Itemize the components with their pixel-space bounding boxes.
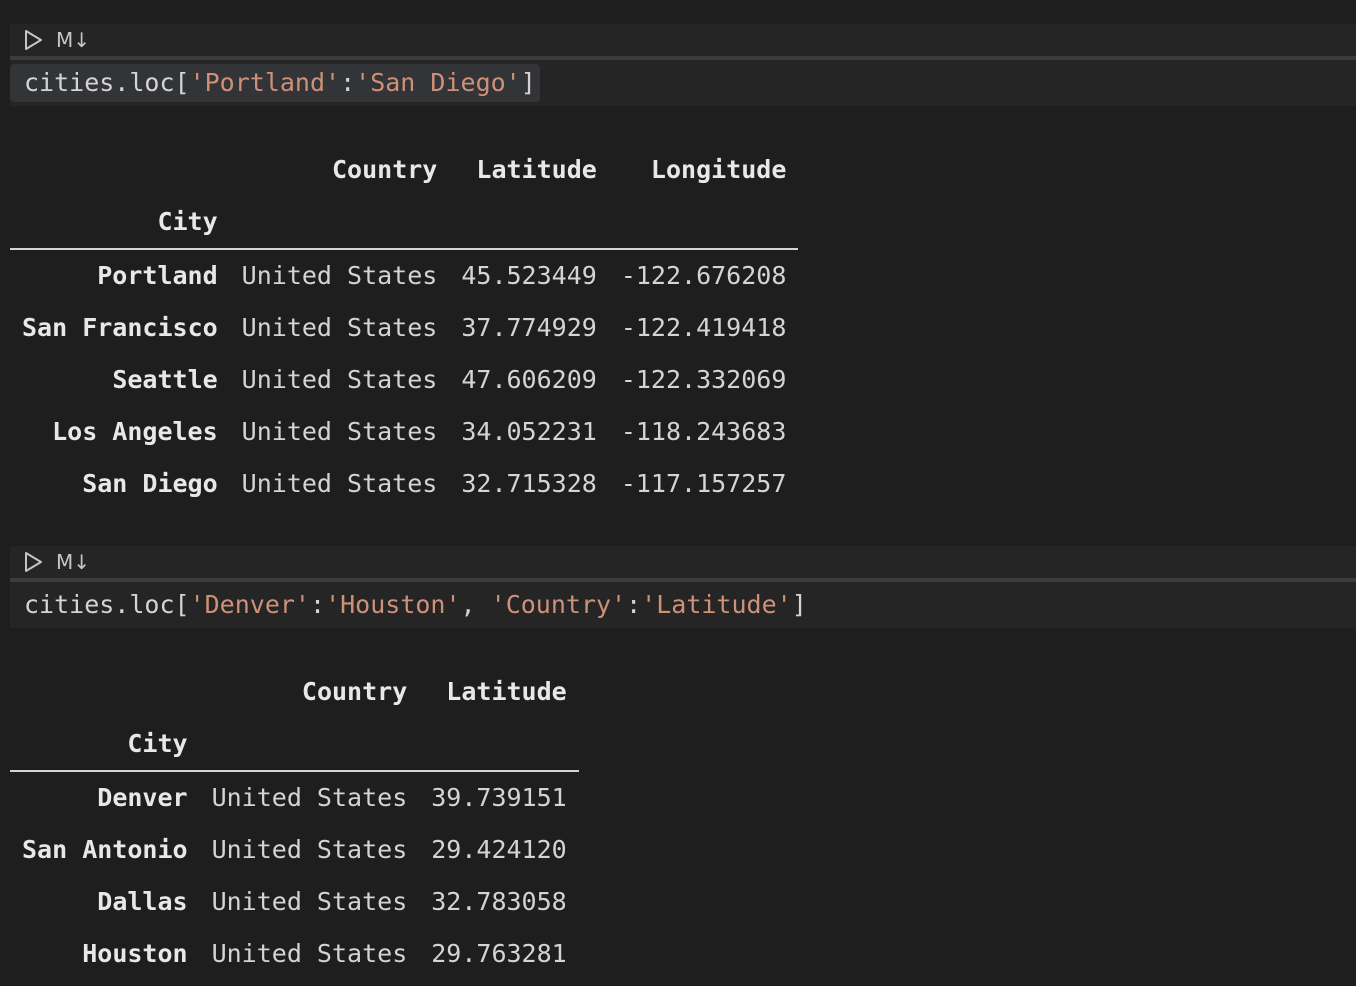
code-string: 'San Diego' xyxy=(355,68,521,97)
row-index: San Antonio xyxy=(22,835,188,864)
cell-output: Country Latitude Longitude City Portland… xyxy=(10,106,1356,510)
code-token: ] xyxy=(791,590,807,619)
cell-toolbar: M↓ xyxy=(10,546,1356,582)
table-cell: 29.763281 xyxy=(431,939,567,968)
blank-header xyxy=(419,718,579,772)
table-row: Dallas United States 32.783058 xyxy=(10,876,579,928)
table-row: Portland United States 45.523449 -122.67… xyxy=(10,249,798,302)
row-index: San Francisco xyxy=(22,313,218,342)
column-header-row: Country Latitude Longitude xyxy=(10,144,798,196)
row-index: Denver xyxy=(97,783,188,812)
row-index: Dallas xyxy=(97,887,188,916)
index-name-row: City xyxy=(10,718,579,772)
markdown-toggle[interactable]: M↓ xyxy=(56,550,90,574)
table-row: Los Angeles United States 34.052231 -118… xyxy=(10,406,798,458)
code-token: : xyxy=(340,68,356,97)
top-band xyxy=(0,0,1356,24)
table-cell: United States xyxy=(241,313,438,342)
code-string: 'Latitude' xyxy=(641,590,792,619)
table-cell: 34.052231 xyxy=(461,417,597,446)
code-token: ] xyxy=(520,68,536,97)
code-token: : xyxy=(626,590,642,619)
table-row: Houston United States 29.763281 xyxy=(10,928,579,980)
row-index: Portland xyxy=(97,261,218,290)
code-string: 'Denver' xyxy=(189,590,310,619)
code-line[interactable]: cities.loc['Portland':'San Diego'] xyxy=(10,64,540,102)
row-index: San Diego xyxy=(82,469,218,498)
code-token: cities.loc[ xyxy=(24,590,190,619)
run-cell-button[interactable] xyxy=(22,29,44,51)
table-row: Seattle United States 47.606209 -122.332… xyxy=(10,354,798,406)
code-token: cities.loc[ xyxy=(24,68,190,97)
dataframe-output: Country Latitude City Denver United Stat… xyxy=(10,666,579,980)
play-icon xyxy=(25,552,42,572)
row-index: Los Angeles xyxy=(52,417,218,446)
row-index: Seattle xyxy=(112,365,218,394)
table-cell: 32.783058 xyxy=(431,887,567,916)
code-string: 'Houston' xyxy=(325,590,461,619)
table-cell: -122.332069 xyxy=(620,365,787,394)
markdown-toggle[interactable]: M↓ xyxy=(56,28,90,52)
index-name-row: City xyxy=(10,196,799,250)
code-string: 'Portland' xyxy=(189,68,341,97)
column-header: Longitude xyxy=(650,155,787,184)
column-header: Latitude xyxy=(446,677,567,706)
table-cell: United States xyxy=(211,783,408,812)
table-cell: United States xyxy=(211,835,408,864)
table-row: Denver United States 39.739151 xyxy=(10,771,579,824)
table-row: San Francisco United States 37.774929 -1… xyxy=(10,302,798,354)
dataframe-output: Country Latitude Longitude City Portland… xyxy=(10,144,799,510)
column-header: Country xyxy=(301,677,408,706)
table-cell: -122.419418 xyxy=(620,313,787,342)
cell-output: Country Latitude City Denver United Stat… xyxy=(10,628,1356,980)
index-name: City xyxy=(10,196,230,250)
code-token: : xyxy=(310,590,326,619)
blank-header xyxy=(229,196,450,250)
table-cell: 39.739151 xyxy=(431,783,567,812)
notebook-cell-1: M↓ cities.loc['Portland':'San Diego'] Co… xyxy=(10,24,1356,510)
code-string: 'Country' xyxy=(490,590,627,619)
index-corner xyxy=(10,144,230,196)
run-cell-button[interactable] xyxy=(22,551,44,573)
column-header-row: Country Latitude xyxy=(10,666,579,718)
table-cell: 32.715328 xyxy=(461,469,597,498)
code-editor[interactable]: cities.loc['Portland':'San Diego'] xyxy=(10,60,1356,106)
code-line[interactable]: cities.loc['Denver':'Houston', 'Country'… xyxy=(10,586,811,624)
table-cell: -122.676208 xyxy=(620,261,787,290)
blank-header xyxy=(199,718,420,772)
table-row: San Diego United States 32.715328 -117.1… xyxy=(10,458,798,510)
blank-header xyxy=(608,196,799,250)
table-cell: -117.157257 xyxy=(620,469,787,498)
table-cell: United States xyxy=(211,939,408,968)
notebook-cell-2: M↓ cities.loc['Denver':'Houston', 'Count… xyxy=(10,546,1356,980)
index-name: City xyxy=(10,718,200,772)
table-row: San Antonio United States 29.424120 xyxy=(10,824,579,876)
index-corner xyxy=(10,666,200,718)
table-cell: United States xyxy=(241,261,438,290)
table-cell: United States xyxy=(211,887,408,916)
play-icon xyxy=(25,30,42,50)
column-header: Country xyxy=(331,155,438,184)
column-header: Latitude xyxy=(476,155,597,184)
table-cell: United States xyxy=(241,417,438,446)
table-cell: 29.424120 xyxy=(431,835,567,864)
table-cell: 47.606209 xyxy=(461,365,597,394)
cell-toolbar: M↓ xyxy=(10,24,1356,60)
table-cell: 45.523449 xyxy=(461,261,597,290)
blank-header xyxy=(449,196,609,250)
table-cell: United States xyxy=(241,469,438,498)
table-cell: United States xyxy=(241,365,438,394)
code-token: , xyxy=(460,590,491,619)
code-editor[interactable]: cities.loc['Denver':'Houston', 'Country'… xyxy=(10,582,1356,628)
row-index: Houston xyxy=(82,939,188,968)
table-cell: 37.774929 xyxy=(461,313,597,342)
table-cell: -118.243683 xyxy=(620,417,787,446)
